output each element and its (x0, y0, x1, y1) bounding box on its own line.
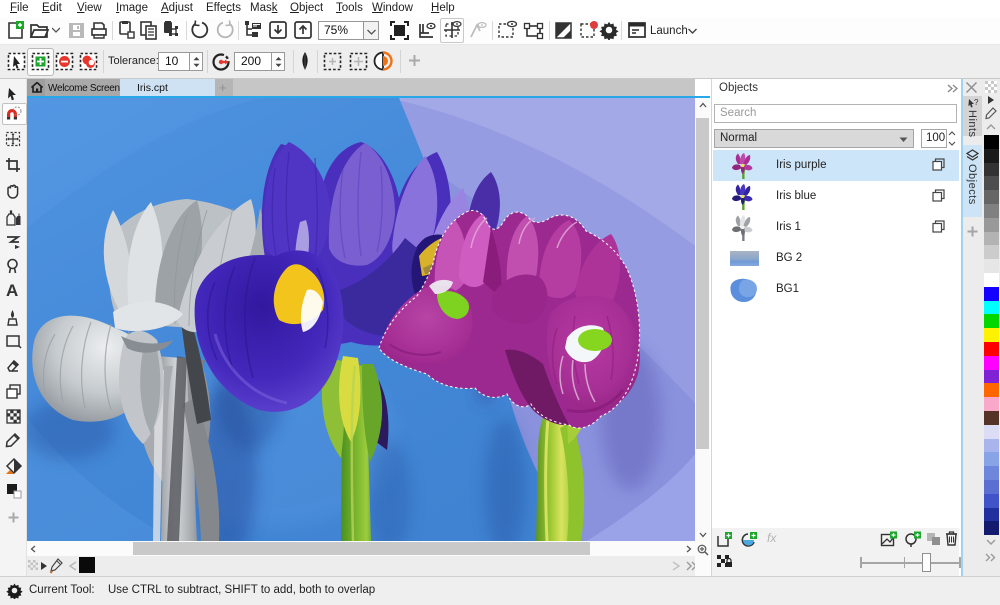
svg-text:?: ? (974, 98, 979, 107)
